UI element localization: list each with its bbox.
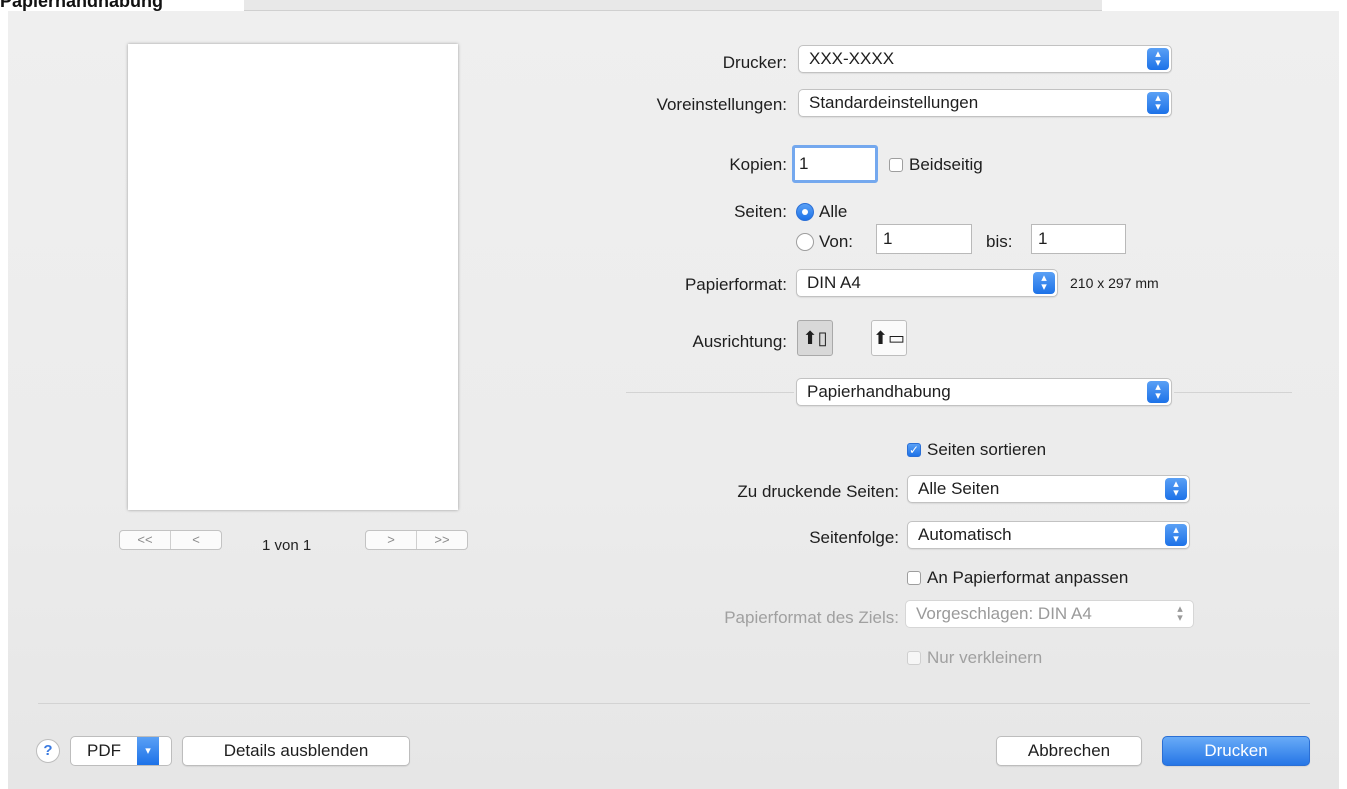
paper-size-popup[interactable]: DIN A4 ▴ ▾ [796, 269, 1058, 297]
section-value: Papierhandhabung [807, 382, 951, 401]
page-order-value: Automatisch [918, 525, 1012, 544]
copies-field[interactable]: 1 [792, 145, 878, 183]
preview-nav-back-group: << < [119, 530, 222, 550]
last-page-button[interactable]: >> [417, 531, 467, 549]
popup-arrows-icon: ▴ ▾ [1147, 48, 1169, 70]
scale-to-fit-label: An Papierformat anpassen [927, 568, 1129, 587]
landscape-orientation-button[interactable]: ⬆▭ [871, 320, 907, 356]
presets-value: Standardeinstellungen [809, 93, 979, 112]
footer-divider [38, 703, 1310, 704]
page-order-popup[interactable]: Automatisch ▴ ▾ [907, 521, 1190, 549]
presets-popup[interactable]: Standardeinstellungen ▴ ▾ [798, 89, 1172, 117]
pages-to-label: bis: [986, 232, 1013, 251]
scale-down-only-checkbox[interactable] [907, 651, 921, 665]
duplex-option[interactable]: Beidseitig [889, 155, 983, 175]
scale-down-only-label: Nur verkleinern [927, 648, 1043, 667]
popup-arrows-icon: ▴ ▾ [1177, 603, 1183, 624]
pages-to-print-value: Alle Seiten [918, 479, 1000, 498]
hide-details-button[interactable]: Details ausblenden [182, 736, 410, 766]
pdf-menu-button[interactable]: PDF ▾ [70, 736, 172, 766]
cancel-button[interactable]: Abbrechen [996, 736, 1142, 766]
pdf-label: PDF [87, 741, 121, 760]
pages-from-label: Von: [819, 232, 854, 251]
chevron-down-icon: ▾ [137, 737, 159, 765]
duplex-checkbox[interactable] [889, 158, 903, 172]
destination-paper-label: Papierformat des Ziels: [724, 608, 899, 627]
help-button[interactable]: ? [36, 739, 60, 763]
pages-to-print-popup[interactable]: Alle Seiten ▴ ▾ [907, 475, 1190, 503]
previous-page-button[interactable]: < [171, 531, 221, 549]
destination-paper-value: Vorgeschlagen: DIN A4 [916, 604, 1092, 623]
pages-all-label: Alle [819, 202, 848, 221]
section-divider-right [1174, 392, 1292, 393]
pages-to-print-label: Zu druckende Seiten: [737, 482, 899, 501]
pages-range-radio[interactable] [796, 233, 814, 251]
next-page-button[interactable]: > [366, 531, 417, 549]
destination-paper-popup[interactable]: Vorgeschlagen: DIN A4 ▴ ▾ [905, 600, 1194, 628]
scale-to-fit-option[interactable]: An Papierformat anpassen [907, 568, 1128, 588]
copies-label: Kopien: [729, 155, 787, 174]
popup-arrows-icon: ▴ ▾ [1147, 92, 1169, 114]
paper-size-label: Papierformat: [684, 275, 787, 294]
popup-arrows-icon: ▴ ▾ [1165, 478, 1187, 500]
popup-arrows-icon: ▴ ▾ [1033, 272, 1055, 294]
page-order-label: Seitenfolge: [809, 528, 899, 547]
printer-value: XXX-XXXX [809, 49, 895, 68]
preview-nav-forward-group: > >> [365, 530, 468, 550]
first-page-button[interactable]: << [120, 531, 171, 549]
printer-label: Drucker: [722, 53, 787, 72]
window-titlebar [244, 0, 1102, 11]
printer-popup[interactable]: XXX-XXXX ▴ ▾ [798, 45, 1172, 73]
collate-option[interactable]: ✓ Seiten sortieren [907, 440, 1046, 460]
collate-checkbox[interactable]: ✓ [907, 443, 921, 457]
popup-arrows-icon: ▴ ▾ [1147, 381, 1169, 403]
pages-label: Seiten: [734, 202, 787, 221]
pages-range-option[interactable]: Von: [796, 232, 853, 252]
scale-to-fit-checkbox[interactable] [907, 571, 921, 585]
paper-size-value: DIN A4 [807, 273, 861, 292]
orientation-label: Ausrichtung: [692, 332, 788, 351]
landscape-orientation-icon: ⬆▭ [872, 328, 906, 348]
pages-all-option[interactable]: Alle [796, 202, 847, 222]
presets-label: Voreinstellungen: [656, 95, 787, 114]
pages-all-radio[interactable] [796, 203, 814, 221]
page-preview [128, 44, 458, 510]
portrait-orientation-icon: ⬆▯ [802, 328, 828, 348]
pages-to-field[interactable]: 1 [1031, 224, 1126, 254]
section-popup[interactable]: Papierhandhabung ▴ ▾ [796, 378, 1172, 406]
popup-arrows-icon: ▴ ▾ [1165, 524, 1187, 546]
print-button[interactable]: Drucken [1162, 736, 1310, 766]
duplex-label: Beidseitig [909, 155, 983, 174]
portrait-orientation-button[interactable]: ⬆▯ [797, 320, 833, 356]
section-divider-left [626, 392, 794, 393]
scale-down-only-option[interactable]: Nur verkleinern [907, 648, 1042, 668]
paper-dimensions: 210 x 297 mm [1070, 275, 1159, 291]
pages-from-field[interactable]: 1 [876, 224, 972, 254]
collate-label: Seiten sortieren [927, 440, 1047, 459]
page-counter: 1 von 1 [262, 537, 312, 554]
